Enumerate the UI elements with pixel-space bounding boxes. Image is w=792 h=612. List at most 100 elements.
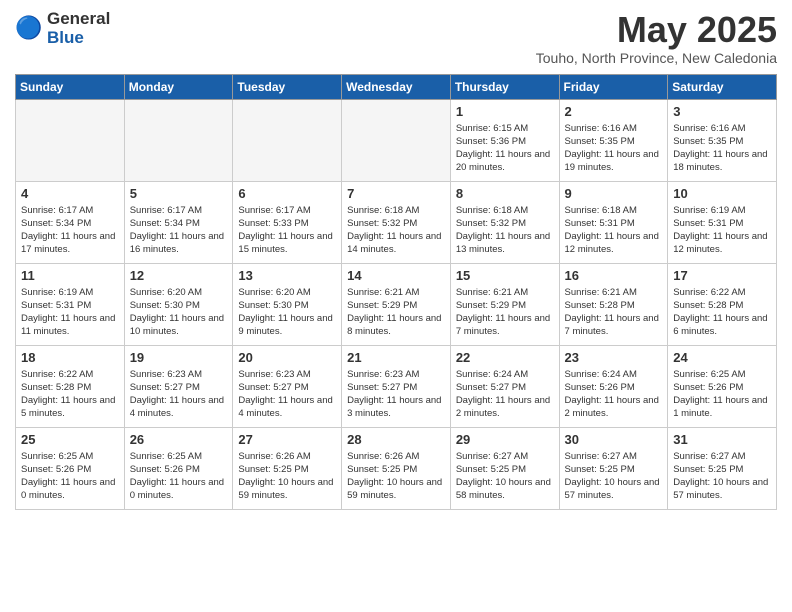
day-number: 14	[347, 268, 445, 283]
calendar-cell: 3 Sunrise: 6:16 AMSunset: 5:35 PMDaylight…	[668, 99, 777, 181]
weekday-header: Friday	[559, 74, 668, 99]
logo-text: General Blue	[47, 10, 110, 47]
header-row: SundayMondayTuesdayWednesdayThursdayFrid…	[16, 74, 777, 99]
day-number: 16	[565, 268, 663, 283]
calendar-week-row: 1 Sunrise: 6:15 AMSunset: 5:36 PMDaylight…	[16, 99, 777, 181]
calendar-week-row: 18 Sunrise: 6:22 AMSunset: 5:28 PMDayligh…	[16, 345, 777, 427]
day-info: Sunrise: 6:24 AMSunset: 5:27 PMDaylight:…	[456, 368, 554, 421]
day-info: Sunrise: 6:27 AMSunset: 5:25 PMDaylight:…	[456, 450, 554, 503]
month-title: May 2025	[536, 10, 777, 50]
calendar-cell: 14 Sunrise: 6:21 AMSunset: 5:29 PMDayligh…	[342, 263, 451, 345]
day-info: Sunrise: 6:16 AMSunset: 5:35 PMDaylight:…	[673, 122, 771, 175]
day-number: 4	[21, 186, 119, 201]
day-number: 25	[21, 432, 119, 447]
day-number: 20	[238, 350, 336, 365]
day-number: 1	[456, 104, 554, 119]
calendar-cell: 7Sunrise: 6:18 AMSunset: 5:32 PMDaylight…	[342, 181, 451, 263]
day-number: 19	[130, 350, 228, 365]
calendar-cell: 29Sunrise: 6:27 AMSunset: 5:25 PMDayligh…	[450, 427, 559, 509]
day-info: Sunrise: 6:24 AMSunset: 5:26 PMDaylight:…	[565, 368, 663, 421]
calendar-cell: 24Sunrise: 6:25 AMSunset: 5:26 PMDayligh…	[668, 345, 777, 427]
calendar-cell: 6 Sunrise: 6:17 AMSunset: 5:33 PMDaylight…	[233, 181, 342, 263]
calendar-cell: 2Sunrise: 6:16 AMSunset: 5:35 PMDaylight…	[559, 99, 668, 181]
day-number: 28	[347, 432, 445, 447]
calendar-week-row: 11Sunrise: 6:19 AMSunset: 5:31 PMDayligh…	[16, 263, 777, 345]
day-info: Sunrise: 6:17 AMSunset: 5:34 PMDaylight:…	[130, 204, 228, 257]
day-number: 3	[673, 104, 771, 119]
day-number: 27	[238, 432, 336, 447]
day-info: Sunrise: 6:17 AMSunset: 5:33 PMDaylight:…	[238, 204, 336, 257]
day-info: Sunrise: 6:21 AMSunset: 5:28 PMDaylight:…	[565, 286, 663, 339]
day-info: Sunrise: 6:23 AMSunset: 5:27 PMDaylight:…	[347, 368, 445, 421]
weekday-header: Thursday	[450, 74, 559, 99]
day-number: 5	[130, 186, 228, 201]
calendar-cell	[233, 99, 342, 181]
day-number: 26	[130, 432, 228, 447]
calendar-cell: 20 Sunrise: 6:23 AMSunset: 5:27 PMDayligh…	[233, 345, 342, 427]
day-info: Sunrise: 6:22 AMSunset: 5:28 PMDaylight:…	[21, 368, 119, 421]
calendar-cell: 26 Sunrise: 6:25 AMSunset: 5:26 PMDayligh…	[124, 427, 233, 509]
location-subtitle: Touho, North Province, New Caledonia	[536, 50, 777, 66]
day-info: Sunrise: 6:25 AMSunset: 5:26 PMDaylight:…	[21, 450, 119, 503]
day-number: 31	[673, 432, 771, 447]
calendar-cell: 27 Sunrise: 6:26 AMSunset: 5:25 PMDayligh…	[233, 427, 342, 509]
calendar-cell: 31 Sunrise: 6:27 AMSunset: 5:25 PMDayligh…	[668, 427, 777, 509]
calendar-cell: 23 Sunrise: 6:24 AMSunset: 5:26 PMDayligh…	[559, 345, 668, 427]
day-number: 18	[21, 350, 119, 365]
calendar-cell: 15 Sunrise: 6:21 AMSunset: 5:29 PMDayligh…	[450, 263, 559, 345]
calendar-cell: 4 Sunrise: 6:17 AMSunset: 5:34 PMDaylight…	[16, 181, 125, 263]
logo-blue: Blue	[47, 29, 110, 48]
calendar-table: SundayMondayTuesdayWednesdayThursdayFrid…	[15, 74, 777, 510]
day-number: 15	[456, 268, 554, 283]
calendar-cell: 1 Sunrise: 6:15 AMSunset: 5:36 PMDaylight…	[450, 99, 559, 181]
day-info: Sunrise: 6:23 AMSunset: 5:27 PMDaylight:…	[130, 368, 228, 421]
day-number: 24	[673, 350, 771, 365]
calendar-week-row: 4 Sunrise: 6:17 AMSunset: 5:34 PMDaylight…	[16, 181, 777, 263]
weekday-header: Wednesday	[342, 74, 451, 99]
day-info: Sunrise: 6:21 AMSunset: 5:29 PMDaylight:…	[347, 286, 445, 339]
calendar-cell	[342, 99, 451, 181]
day-info: Sunrise: 6:26 AMSunset: 5:25 PMDaylight:…	[238, 450, 336, 503]
logo: 🔵 General Blue	[15, 10, 110, 47]
calendar-cell: 10Sunrise: 6:19 AMSunset: 5:31 PMDayligh…	[668, 181, 777, 263]
day-info: Sunrise: 6:20 AMSunset: 5:30 PMDaylight:…	[130, 286, 228, 339]
day-number: 17	[673, 268, 771, 283]
day-info: Sunrise: 6:18 AMSunset: 5:31 PMDaylight:…	[565, 204, 663, 257]
day-number: 11	[21, 268, 119, 283]
day-number: 9	[565, 186, 663, 201]
weekday-header: Sunday	[16, 74, 125, 99]
calendar-cell: 12 Sunrise: 6:20 AMSunset: 5:30 PMDayligh…	[124, 263, 233, 345]
day-info: Sunrise: 6:22 AMSunset: 5:28 PMDaylight:…	[673, 286, 771, 339]
svg-text:🔵: 🔵	[15, 15, 42, 40]
day-number: 12	[130, 268, 228, 283]
day-info: Sunrise: 6:26 AMSunset: 5:25 PMDaylight:…	[347, 450, 445, 503]
day-number: 7	[347, 186, 445, 201]
calendar-cell: 8Sunrise: 6:18 AMSunset: 5:32 PMDaylight…	[450, 181, 559, 263]
day-number: 21	[347, 350, 445, 365]
day-info: Sunrise: 6:27 AMSunset: 5:25 PMDaylight:…	[673, 450, 771, 503]
day-info: Sunrise: 6:19 AMSunset: 5:31 PMDaylight:…	[673, 204, 771, 257]
day-info: Sunrise: 6:21 AMSunset: 5:29 PMDaylight:…	[456, 286, 554, 339]
day-info: Sunrise: 6:17 AMSunset: 5:34 PMDaylight:…	[21, 204, 119, 257]
calendar-cell: 25 Sunrise: 6:25 AMSunset: 5:26 PMDayligh…	[16, 427, 125, 509]
calendar-cell: 5 Sunrise: 6:17 AMSunset: 5:34 PMDaylight…	[124, 181, 233, 263]
calendar-cell: 30Sunrise: 6:27 AMSunset: 5:25 PMDayligh…	[559, 427, 668, 509]
calendar-cell: 17 Sunrise: 6:22 AMSunset: 5:28 PMDayligh…	[668, 263, 777, 345]
calendar-cell: 16 Sunrise: 6:21 AMSunset: 5:28 PMDayligh…	[559, 263, 668, 345]
day-number: 22	[456, 350, 554, 365]
calendar-cell: 19 Sunrise: 6:23 AMSunset: 5:27 PMDayligh…	[124, 345, 233, 427]
title-block: May 2025 Touho, North Province, New Cale…	[536, 10, 777, 66]
day-info: Sunrise: 6:23 AMSunset: 5:27 PMDaylight:…	[238, 368, 336, 421]
calendar-cell	[16, 99, 125, 181]
calendar-week-row: 25 Sunrise: 6:25 AMSunset: 5:26 PMDayligh…	[16, 427, 777, 509]
day-number: 8	[456, 186, 554, 201]
day-info: Sunrise: 6:27 AMSunset: 5:25 PMDaylight:…	[565, 450, 663, 503]
calendar-cell: 13Sunrise: 6:20 AMSunset: 5:30 PMDayligh…	[233, 263, 342, 345]
day-info: Sunrise: 6:25 AMSunset: 5:26 PMDaylight:…	[130, 450, 228, 503]
day-info: Sunrise: 6:15 AMSunset: 5:36 PMDaylight:…	[456, 122, 554, 175]
day-number: 2	[565, 104, 663, 119]
day-number: 6	[238, 186, 336, 201]
weekday-header: Saturday	[668, 74, 777, 99]
weekday-header: Tuesday	[233, 74, 342, 99]
day-number: 23	[565, 350, 663, 365]
